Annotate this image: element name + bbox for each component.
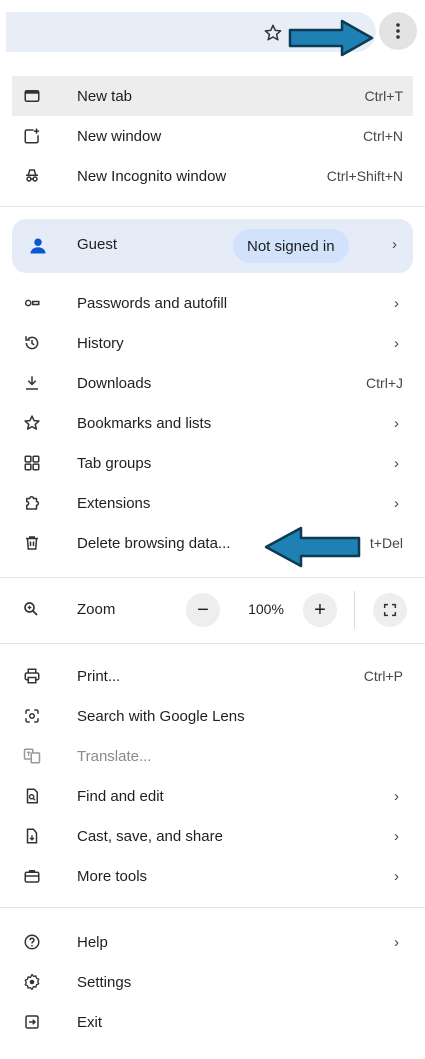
menu-item-settings[interactable]: Settings [12,962,413,1002]
chevron-right-icon: › [392,236,397,253]
menu-item-google-lens[interactable]: Search with Google Lens [12,696,413,736]
menu-item-label: Cast, save, and share [77,827,223,845]
exit-icon [22,1012,42,1032]
menu-item-exit[interactable]: Exit [12,1002,413,1042]
menu-item-find-and-edit[interactable]: Find and edit › [12,776,413,816]
menu-item-new-incognito[interactable]: New Incognito window Ctrl+Shift+N [12,156,413,196]
chevron-right-icon: › [394,867,399,885]
menu-item-new-tab[interactable]: New tab Ctrl+T [12,76,413,116]
print-icon [22,666,42,686]
menu-item-label: Find and edit [77,787,164,805]
download-icon [22,373,42,393]
menu-item-label: Tab groups [77,454,152,472]
menu-item-label: Print... [77,667,121,685]
menu-item-label: Help [77,933,108,951]
shortcut-text: Ctrl+J [366,375,403,391]
shortcut-text: Ctrl+P [363,668,403,684]
profile-name: Guest [77,236,118,253]
chevron-right-icon: › [394,454,399,472]
more-vert-icon [396,23,400,39]
cast-icon [22,826,42,846]
annotation-arrow-right [288,19,374,57]
menu-item-label: History [77,334,124,352]
menu-item-label: Exit [77,1013,103,1031]
menu-item-tab-groups[interactable]: Tab groups › [12,443,413,483]
menu-item-help[interactable]: Help › [12,922,413,962]
person-icon [28,236,48,256]
tab-groups-icon [22,453,42,473]
star-icon [264,24,282,41]
menu-item-extensions[interactable]: Extensions › [12,483,413,523]
menu-item-label: New window [77,127,162,145]
history-icon [22,333,42,353]
menu-item-label: Delete browsing data... [77,534,231,552]
translate-icon [22,746,42,766]
zoom-level: 100% [248,601,284,617]
menu-item-downloads[interactable]: Downloads Ctrl+J [12,363,413,403]
extension-icon [22,493,42,513]
shortcut-text: Ctrl+N [362,128,403,144]
menu-item-label: Settings [77,973,132,991]
menu-item-label: Extensions [77,494,151,512]
menu-item-label: More tools [77,867,148,885]
star-icon [22,413,42,433]
shortcut-text: Ctrl+T [364,88,404,104]
chevron-right-icon: › [394,414,399,432]
menu-item-label: New Incognito window [77,167,227,185]
zoom-icon [22,600,42,620]
chevron-right-icon: › [394,334,399,352]
menu-item-label: New tab [77,87,133,105]
fullscreen-icon [383,603,397,617]
menu-item-label: Bookmarks and lists [77,414,212,432]
find-icon [22,786,42,806]
menu-item-label: Downloads [77,374,152,392]
annotation-arrow-left [264,526,361,568]
menu-item-label: Search with Google Lens [77,707,245,725]
menu-divider [0,907,425,908]
chevron-right-icon: › [394,827,399,845]
chevron-right-icon: › [394,494,399,512]
chevron-right-icon: › [394,787,399,805]
menu-item-more-tools[interactable]: More tools › [12,856,413,896]
new-tab-icon [22,86,42,106]
menu-kebab-button[interactable] [379,12,417,50]
menu-item-bookmarks[interactable]: Bookmarks and lists › [12,403,413,443]
chevron-right-icon: › [394,294,399,312]
menu-item-label: Passwords and autofill [77,294,228,312]
zoom-divider [354,591,355,629]
menu-item-print[interactable]: Print... Ctrl+P [12,656,413,696]
incognito-icon [22,166,42,186]
menu-item-new-window[interactable]: New window Ctrl+N [12,116,413,156]
menu-item-history[interactable]: History › [12,323,413,363]
menu-item-cast-save-share[interactable]: Cast, save, and share › [12,816,413,856]
menu-item-label: Translate... [77,747,152,765]
zoom-label: Zoom [77,601,116,618]
gear-icon [22,972,42,992]
menu-item-profile[interactable]: Guest Not signed in › [12,219,413,273]
fullscreen-button[interactable] [373,593,407,627]
bookmark-star-button[interactable] [258,18,288,48]
zoom-in-button[interactable]: + [303,593,337,627]
menu-divider [0,643,425,644]
menu-item-zoom: Zoom − 100% + [12,589,413,631]
sign-in-status-badge[interactable]: Not signed in [233,229,349,263]
menu-item-passwords[interactable]: Passwords and autofill › [12,283,413,323]
trash-icon [22,533,42,553]
menu-divider [0,206,425,207]
shortcut-text: Ctrl+Shift+N [326,168,403,184]
help-icon [22,932,42,952]
lens-icon [22,706,42,726]
menu-item-translate[interactable]: Translate... [12,736,413,776]
new-window-icon [22,126,42,146]
shortcut-text: t+Del [369,535,403,551]
key-icon [22,293,42,313]
zoom-out-button[interactable]: − [186,593,220,627]
chevron-right-icon: › [394,933,399,951]
menu-divider [0,577,425,578]
toolbox-icon [22,866,42,886]
